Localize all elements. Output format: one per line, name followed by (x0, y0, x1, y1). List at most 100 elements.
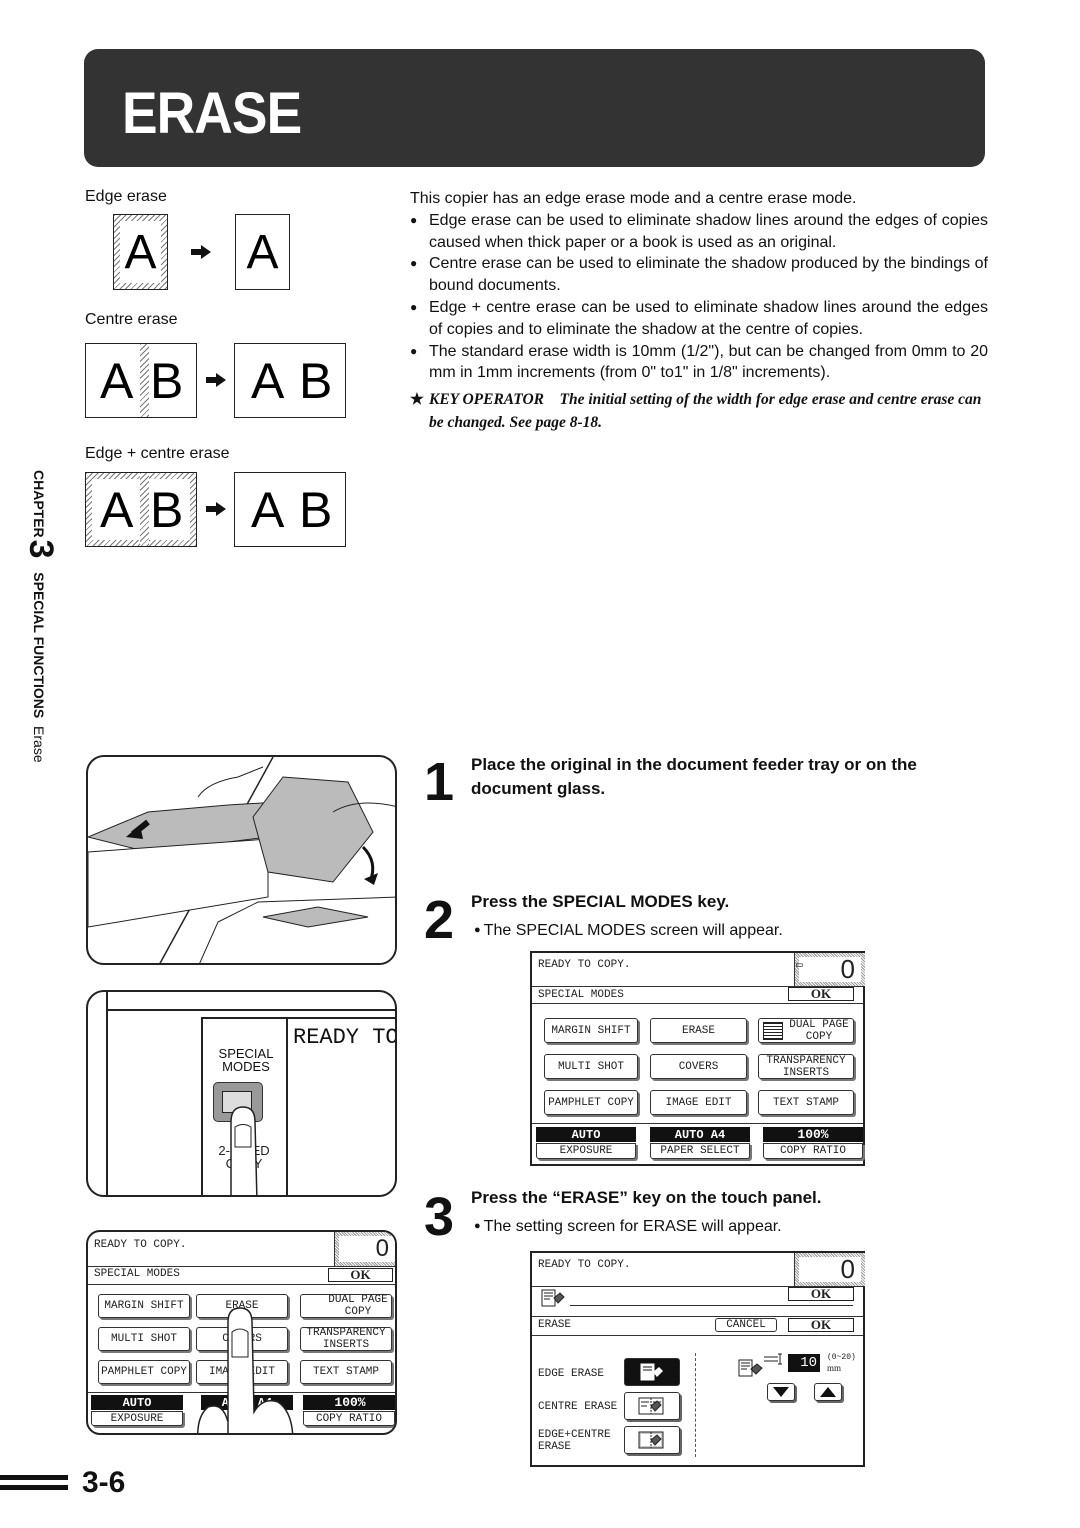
erase-button[interactable]: ERASE (650, 1018, 747, 1043)
arrow-right-icon (191, 245, 211, 259)
button-label: DUAL PAGE COPY (789, 1018, 849, 1043)
centre-erase-label: CENTRE ERASE (538, 1401, 618, 1413)
transparency-inserts-button[interactable]: TRANSPARENCY INSERTS (758, 1054, 854, 1079)
exposure-button[interactable]: EXPOSURE (536, 1143, 636, 1159)
intro-bullets: Edge erase can be used to eliminate shad… (410, 210, 988, 384)
copy-stack-icon: ▭ (796, 960, 803, 972)
step-note: The SPECIAL MODES screen will appear. (474, 922, 783, 940)
step-number: 1 (424, 752, 455, 812)
step-note: The setting screen for ERASE will appear… (474, 1218, 782, 1236)
erase-header: ERASE (538, 1319, 572, 1331)
exposure-button[interactable]: EXPOSURE (91, 1411, 183, 1426)
margin-shift-button[interactable]: MARGIN SHIFT (98, 1294, 190, 1318)
letter-a: A (246, 225, 279, 279)
exposure-value: AUTO (91, 1395, 183, 1410)
intro-bullet: Edge erase can be used to eliminate shad… (410, 210, 988, 254)
letter-b: B (299, 353, 333, 409)
copier-feeder-drawing (88, 757, 395, 963)
dual-page-copy-button[interactable]: DUAL PAGE COPY (300, 1294, 392, 1318)
centre-erase-icon (638, 1397, 664, 1415)
copy-ratio-button[interactable]: COPY RATIO (303, 1411, 395, 1426)
ok-button[interactable]: OK (788, 986, 854, 1001)
increase-width-button[interactable] (814, 1383, 842, 1401)
image-edit-button[interactable]: IMAGE EDIT (650, 1090, 747, 1115)
special-modes-screen: READY TO COPY. 0 ▭ SPECIAL MODES OK MARG… (530, 951, 865, 1166)
intro-bullet: Edge + centre erase can be used to elimi… (410, 297, 988, 341)
letter-a: A (251, 482, 285, 538)
special-modes-touch-illustration: READY TO COPY. 0 SPECIAL MODES OK MARGIN… (86, 1230, 397, 1435)
pointing-hand-icon (197, 1307, 294, 1433)
dual-page-copy-button[interactable]: DUAL PAGE COPY (758, 1018, 854, 1043)
copy-ratio-button[interactable]: COPY RATIO (763, 1143, 863, 1159)
multi-shot-button[interactable]: MULTI SHOT (98, 1327, 190, 1351)
ok-button[interactable]: OK (788, 1286, 854, 1301)
key-label-line: MODES (222, 1059, 270, 1074)
pamphlet-copy-button[interactable]: PAMPHLET COPY (544, 1090, 638, 1115)
step-number: 2 (424, 890, 455, 950)
edge-centre-erase-button[interactable] (624, 1426, 680, 1454)
lcd-ready-text: READY TO C (293, 1025, 397, 1050)
lcd-status: READY TO COPY. (94, 1239, 187, 1251)
panel-edge (106, 992, 108, 1195)
cancel-button[interactable]: CANCEL (715, 1318, 777, 1332)
divider (695, 1353, 696, 1457)
edge-erase-original: A (113, 214, 168, 290)
arrow-right-icon (206, 373, 226, 387)
chapter-side-tab: CHAPTER3 SPECIAL FUNCTIONS Erase (22, 470, 60, 850)
erase-width-value: 10 (788, 1354, 820, 1372)
chapter-number: 3 (22, 539, 60, 559)
page-number-bars (0, 1475, 68, 1495)
ok-button[interactable]: OK (328, 1267, 393, 1282)
erase-mode-icon (541, 1289, 565, 1307)
edge-centre-erase-icon (638, 1431, 664, 1449)
pamphlet-copy-button[interactable]: PAMPHLET COPY (98, 1360, 190, 1384)
divider (532, 1003, 863, 1004)
centre-erase-label: Centre erase (85, 311, 178, 328)
letter-a: A (251, 353, 285, 409)
edge-erase-label: Edge erase (85, 188, 167, 205)
centre-erase-button[interactable] (624, 1392, 680, 1420)
divider (88, 1266, 395, 1267)
erase-ok-button[interactable]: OK (788, 1317, 854, 1332)
intro-bullet: Centre erase can be used to eliminate th… (410, 253, 988, 297)
letter-b: B (150, 353, 184, 409)
erase-width-range: (0~20) (827, 1353, 856, 1362)
centre-erase-result: A B (234, 343, 346, 418)
panel-edge (106, 1009, 395, 1011)
letter-b: B (299, 482, 333, 538)
intro-text: This copier has an edge erase mode and a… (410, 188, 988, 384)
star-icon: ★ (410, 391, 424, 408)
copy-counter: 0 (794, 1253, 865, 1286)
chapter-label: CHAPTER (31, 470, 47, 538)
copy-count: 0 (799, 1254, 861, 1284)
triangle-down-icon (773, 1387, 789, 1397)
triangle-up-icon (820, 1387, 836, 1397)
multi-shot-button[interactable]: MULTI SHOT (544, 1054, 638, 1079)
page-number: 3-6 (82, 1466, 126, 1499)
covers-button[interactable]: COVERS (650, 1054, 747, 1079)
copy-counter: 0 (794, 953, 865, 986)
step-title: Press the “ERASE” key on the touch panel… (471, 1188, 822, 1207)
dual-page-icon (763, 1022, 783, 1040)
paper-select-button[interactable]: PAPER SELECT (650, 1143, 750, 1159)
intro-bullet: The standard erase width is 10mm (1/2"),… (410, 341, 988, 385)
edge-centre-erase-label: EDGE+CENTRE ERASE (538, 1429, 611, 1453)
erase-width-icon (738, 1359, 763, 1377)
text-stamp-button[interactable]: TEXT STAMP (300, 1360, 392, 1384)
width-indicator-icon (764, 1353, 782, 1365)
letter-a: A (100, 353, 134, 409)
panel-edge (201, 1017, 203, 1195)
margin-shift-button[interactable]: MARGIN SHIFT (544, 1018, 638, 1043)
paper-select-value: AUTO A4 (650, 1127, 750, 1142)
text-stamp-button[interactable]: TEXT STAMP (758, 1090, 854, 1115)
centre-erase-original: A B (85, 343, 197, 418)
centre-shadow (140, 473, 149, 546)
letter-a: A (120, 221, 161, 283)
decrease-width-button[interactable] (767, 1383, 795, 1401)
copy-count: 0 (339, 1235, 395, 1262)
copy-counter: 0 (334, 1232, 395, 1266)
section-label: SPECIAL FUNCTIONS (31, 572, 47, 719)
transparency-inserts-button[interactable]: TRANSPARENCY INSERTS (300, 1327, 392, 1351)
edge-erase-button[interactable] (624, 1358, 680, 1386)
divider (532, 1123, 863, 1124)
